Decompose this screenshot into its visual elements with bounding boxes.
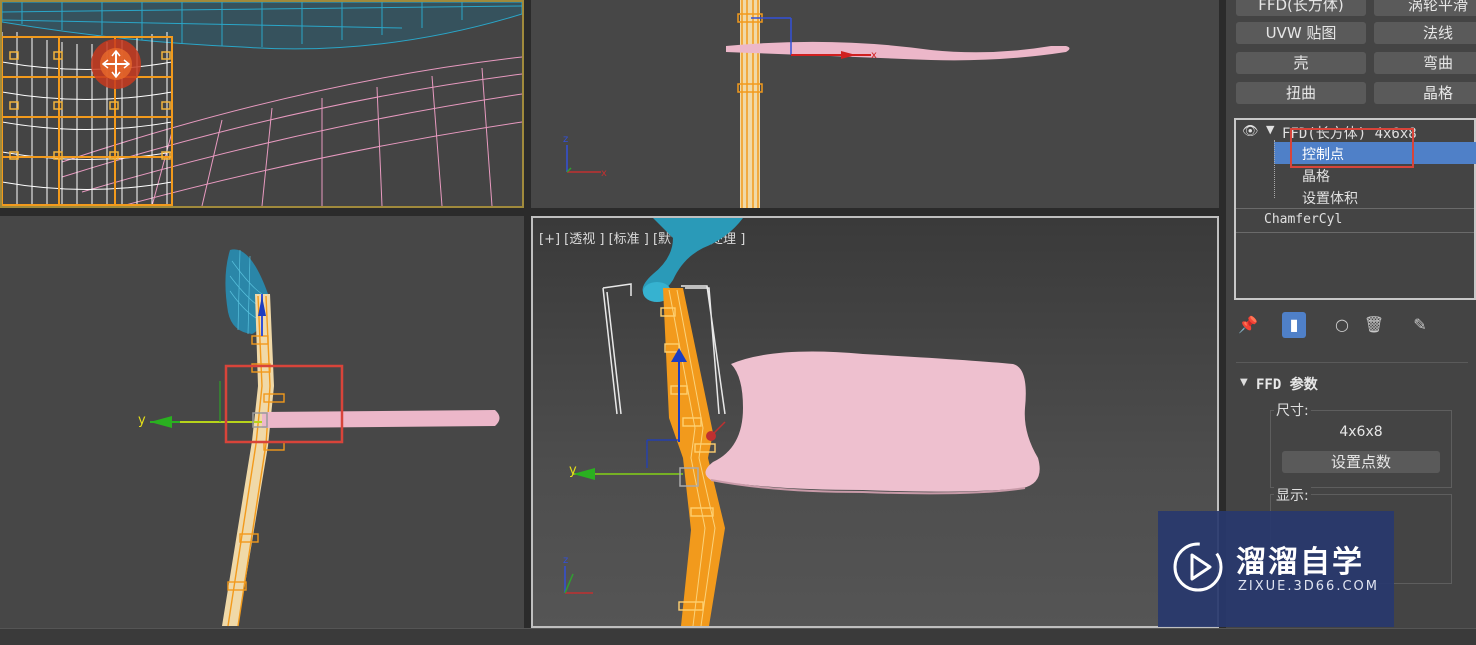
br-axis-z-label: z (563, 555, 568, 566)
modifier-stack[interactable]: 👁 ▼ FFD(长方体) 4x6x8 控制点 晶格 设置体积 ChamferCy… (1234, 118, 1476, 300)
show-end-result-icon[interactable]: ▮ (1282, 312, 1306, 338)
watermark-subtitle: ZIXUE.3D66.COM (1238, 579, 1379, 594)
collapse-triangle-icon[interactable]: ▼ (1266, 123, 1274, 136)
stack-item-set-volume[interactable]: 设置体积 (1302, 188, 1358, 208)
ffd-params-title[interactable]: FFD 参数 (1256, 374, 1318, 394)
remove-modifier-icon[interactable]: 🗑 (1362, 312, 1386, 338)
pin-stack-icon[interactable]: 📌 (1236, 312, 1260, 338)
tr-gizmo-x-label: x (871, 50, 877, 61)
rollout-collapse-icon[interactable]: ▼ (1240, 377, 1248, 388)
modifier-button-shell[interactable]: 壳 (1236, 52, 1366, 74)
eye-icon[interactable]: 👁 (1242, 124, 1259, 139)
bl-axis-y-label: y (138, 413, 146, 428)
modifier-button-ffd-box[interactable]: FFD(长方体) (1236, 0, 1366, 16)
modifier-button-bend[interactable]: 弯曲 (1374, 52, 1476, 74)
viewport-top-right[interactable]: x z x (531, 0, 1219, 208)
viewport-bottom-left[interactable]: y (0, 216, 524, 628)
viewport-perspective-scene: y z (563, 218, 1040, 626)
dimensions-value: 4x6x8 (1339, 424, 1383, 440)
viewport-perspective[interactable]: [+] [透视 ] [标准 ] [默认明暗处理 ] y z (531, 216, 1219, 628)
configure-modifier-sets-icon[interactable]: ✎ (1408, 312, 1432, 338)
modifier-button-uvw-map[interactable]: UVW 贴图 (1236, 22, 1366, 44)
stack-item-base-object[interactable]: ChamferCyl (1264, 212, 1342, 227)
modifier-button-twist[interactable]: 扭曲 (1236, 82, 1366, 104)
dimensions-group (1270, 410, 1452, 488)
modifier-button-normal[interactable]: 法线 (1374, 22, 1476, 44)
tr-axis-x-label: x (601, 168, 607, 179)
br-axis-y-label: y (569, 463, 577, 478)
stack-divider (1236, 208, 1474, 209)
panel-divider (1236, 362, 1468, 363)
set-points-button[interactable]: 设置点数 (1282, 451, 1440, 473)
stack-item-lattice[interactable]: 晶格 (1302, 166, 1330, 186)
viewport-top-right-scene: x z x (563, 0, 1070, 208)
viewport-top-left[interactable] (0, 0, 524, 208)
tr-axis-z-label: z (563, 134, 568, 145)
highlight-box-control-points (1290, 128, 1414, 168)
watermark-title: 溜溜自学 (1236, 545, 1364, 580)
viewport-top-left-scene (2, 2, 522, 206)
modifier-button-turbosmooth[interactable]: 涡轮平滑 (1374, 0, 1476, 16)
stack-tree-line (1274, 140, 1276, 198)
watermark: 溜溜自学 ZIXUE.3D66.COM (1158, 511, 1394, 627)
display-label: 显示: (1274, 485, 1311, 505)
dimensions-label: 尺寸: (1274, 400, 1311, 420)
make-unique-icon[interactable]: ○ (1330, 312, 1354, 338)
status-bar (0, 628, 1476, 645)
highlight-box-left (224, 364, 344, 444)
modifier-button-lattice[interactable]: 晶格 (1374, 82, 1476, 104)
watermark-play-logo-icon (1173, 542, 1223, 592)
viewport-bottom-left-scene: y (138, 249, 500, 627)
stack-divider-2 (1236, 232, 1474, 233)
